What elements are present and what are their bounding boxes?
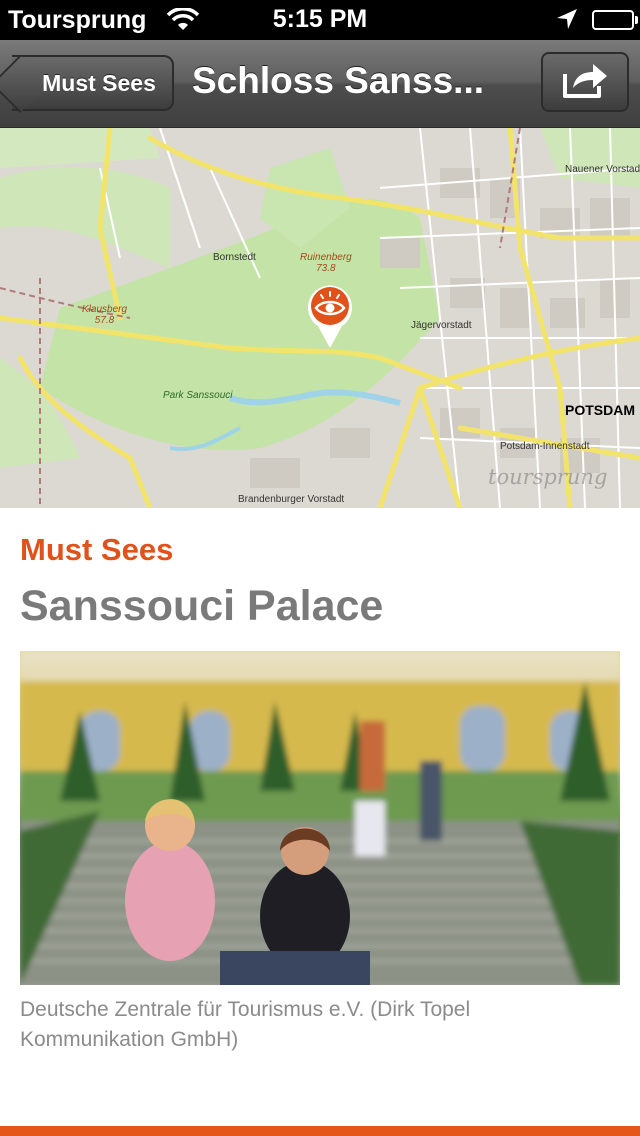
map-label-potsdam-innenstadt: Potsdam-Innenstadt	[500, 441, 590, 452]
map-label-park-sanssouci: Park Sanssouci	[163, 390, 233, 401]
category-label: Must Sees	[20, 532, 174, 567]
photo-caption: Deutsche Zentrale für Tourismus e.V. (Di…	[20, 998, 471, 1051]
map-label-bornstedt: Bornstedt	[213, 252, 256, 263]
back-button-label: Must Sees	[42, 69, 156, 96]
page-title: Schloss Sanss...	[192, 60, 485, 101]
share-button[interactable]	[541, 52, 629, 112]
share-icon	[561, 60, 609, 105]
palace-photo-illustration	[20, 651, 620, 985]
place-photo[interactable]	[20, 651, 620, 985]
back-button[interactable]: Must Sees	[12, 55, 174, 111]
eye-icon	[308, 285, 352, 348]
location-arrow-icon	[556, 8, 578, 37]
map-label-klausberg: Klausberg 57.8	[82, 304, 128, 326]
map-pin[interactable]	[306, 282, 354, 350]
place-title: Sanssouci Palace	[20, 582, 384, 630]
map-label-brandenburger-vorstadt: Brandenburger Vorstadt	[238, 494, 345, 505]
map-watermark: toursprung	[488, 465, 608, 489]
navigation-bar: Must Sees Schloss Sanss...	[0, 40, 640, 128]
map-view[interactable]: Nauener Vorstadt Bornstedt Ruinenberg 73…	[0, 128, 640, 508]
map-label-nauener-vorstadt: Nauener Vorstadt	[565, 164, 640, 175]
map-label-jaegervorstadt: Jägervorstadt	[411, 320, 472, 331]
status-bar: Toursprung 5:15 PM	[0, 0, 640, 40]
battery-icon	[592, 10, 638, 30]
map-label-potsdam: POTSDAM	[565, 402, 635, 418]
map-label-ruinenberg: Ruinenberg 73.8	[300, 252, 352, 274]
clock: 5:15 PM	[272, 5, 368, 33]
detail-content: Must Sees Sanssouci Palace Deutsche Zent…	[20, 508, 620, 1055]
bottom-accent-bar	[0, 1126, 640, 1136]
